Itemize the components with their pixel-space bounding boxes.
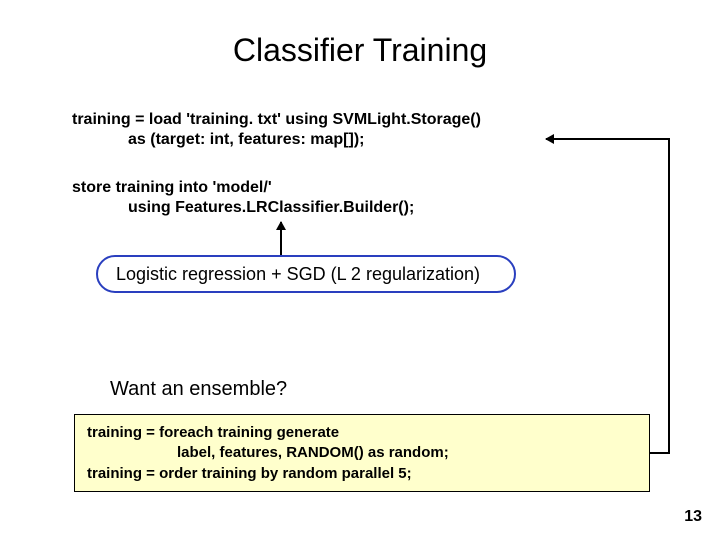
page-number: 13 (684, 508, 702, 526)
question-text: Want an ensemble? (110, 378, 287, 401)
code-line: label, features, RANDOM() as random; (177, 443, 637, 463)
code-line: using Features.LRClassifier.Builder(); (128, 198, 414, 218)
code-line: training = foreach training generate (87, 423, 637, 443)
arrow-up-icon (280, 222, 282, 255)
code-block-store: store training into 'model/' using Featu… (72, 178, 414, 218)
code-line: as (target: int, features: map[]); (128, 130, 481, 150)
callout-bubble: Logistic regression + SGD (L 2 regulariz… (96, 255, 516, 293)
slide: Classifier Training training = load 'tra… (0, 0, 720, 540)
code-line: training = order training by random para… (87, 464, 637, 484)
code-line: store training into 'model/' (72, 178, 414, 198)
slide-title: Classifier Training (0, 32, 720, 69)
code-block-load: training = load 'training. txt' using SV… (72, 110, 481, 150)
connector-line (668, 138, 670, 454)
connector-line (650, 452, 670, 454)
code-line: training = load 'training. txt' using SV… (72, 110, 481, 130)
code-block-ensemble: training = foreach training generate lab… (74, 414, 650, 492)
connector-arrow-icon (546, 138, 670, 140)
callout-text: Logistic regression + SGD (L 2 regulariz… (116, 264, 480, 285)
